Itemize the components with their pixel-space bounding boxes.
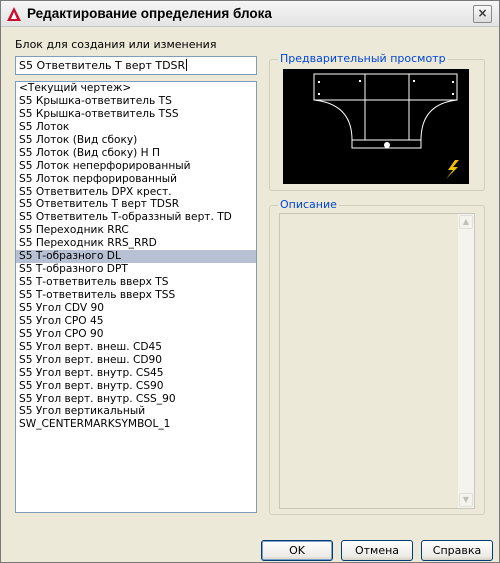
- block-list[interactable]: <Текущий чертеж> S5 Крышка-ответвитель TS…: [15, 81, 257, 513]
- ok-button[interactable]: OK: [261, 540, 333, 561]
- block-name-value: S5 Ответвитель Т верт TDSR: [19, 59, 186, 72]
- list-item[interactable]: S5 Угол CPO 90: [16, 328, 256, 341]
- list-item[interactable]: S5 Ответвитель DPX крест.: [16, 186, 256, 199]
- list-item[interactable]: S5 Лоток (Вид сбоку): [16, 134, 256, 147]
- list-item[interactable]: S5 Крышка-ответвитель TSS: [16, 108, 256, 121]
- window-title: Редактирование определения блока: [27, 6, 272, 21]
- list-item[interactable]: S5 Угол верт. внеш. CD45: [16, 341, 256, 354]
- block-name-label: Блок для создания или изменения: [15, 38, 217, 51]
- preview-legend: Предварительный просмотр: [278, 52, 448, 65]
- list-item[interactable]: S5 Лоток перфорированный: [16, 173, 256, 186]
- list-item[interactable]: S5 Угол верт. внеш. CD90: [16, 354, 256, 367]
- list-item[interactable]: S5 Лоток (Вид сбоку) Н П: [16, 147, 256, 160]
- list-item[interactable]: S5 Переходник RRS_RRD: [16, 237, 256, 250]
- description-textarea[interactable]: ▲ ▼: [279, 213, 475, 509]
- scroll-up-arrow-icon[interactable]: ▲: [459, 215, 473, 229]
- description-scrollbar[interactable]: ▲ ▼: [458, 214, 474, 508]
- list-item[interactable]: S5 Переходник RRC: [16, 224, 256, 237]
- list-item[interactable]: S5 Угол вертикальный: [16, 405, 256, 418]
- list-item[interactable]: S5 Крышка-ответвитель TS: [16, 95, 256, 108]
- list-item[interactable]: S5 Лоток: [16, 121, 256, 134]
- list-item[interactable]: S5 Ответвитель Т верт TDSR: [16, 198, 256, 211]
- list-item[interactable]: S5 Т-ответвитель вверх TS: [16, 276, 256, 289]
- autocad-app-icon: [7, 7, 21, 21]
- block-name-input[interactable]: S5 Ответвитель Т верт TDSR: [15, 56, 257, 75]
- list-item[interactable]: S5 Т-ответвитель вверх TSS: [16, 289, 256, 302]
- block-edit-dialog: Редактирование определения блока × Блок …: [0, 0, 500, 563]
- list-item[interactable]: S5 Т-образного DL: [16, 250, 256, 264]
- list-item[interactable]: <Текущий чертеж>: [16, 82, 256, 95]
- list-item[interactable]: S5 Т-образного DPT: [16, 263, 256, 276]
- cancel-button[interactable]: Отмена: [341, 540, 413, 561]
- list-item[interactable]: S5 Угол CPO 45: [16, 315, 256, 328]
- list-item[interactable]: S5 Ответвитель Т-образзный верт. TD: [16, 211, 256, 224]
- text-caret: [186, 59, 188, 71]
- list-item[interactable]: S5 Угол CDV 90: [16, 302, 256, 315]
- list-item[interactable]: S5 Угол верт. внутр. CSS_90: [16, 393, 256, 406]
- block-preview-drawing: [313, 73, 459, 179]
- title-bar[interactable]: Редактирование определения блока ×: [1, 1, 499, 27]
- list-item[interactable]: S5 Угол верт. внутр. CS45: [16, 367, 256, 380]
- description-legend: Описание: [278, 198, 339, 211]
- list-item[interactable]: S5 Лоток неперфорированный: [16, 160, 256, 173]
- help-button[interactable]: Справка: [421, 540, 493, 561]
- list-item[interactable]: S5 Угол верт. внутр. CS90: [16, 380, 256, 393]
- lightning-icon: [446, 160, 459, 179]
- list-item[interactable]: SW_CENTERMARKSYMBOL_1: [16, 418, 256, 431]
- scroll-down-arrow-icon[interactable]: ▼: [459, 493, 473, 507]
- block-preview-canvas: [283, 69, 469, 184]
- close-button[interactable]: ×: [473, 5, 492, 23]
